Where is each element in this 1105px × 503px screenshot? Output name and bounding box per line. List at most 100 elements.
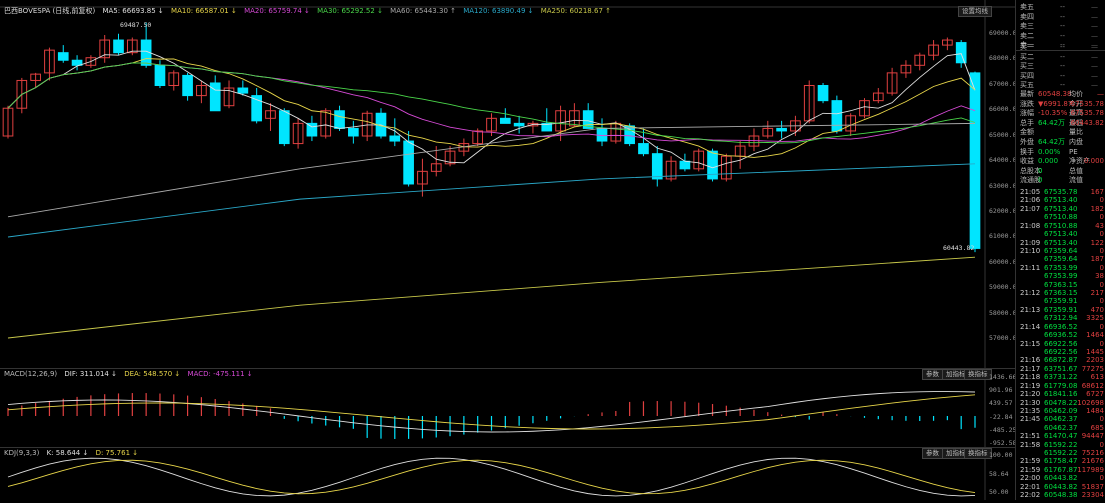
set-ma-button[interactable]: 设置均线 [958,6,992,17]
kdj-legend: KDJ(9,3,3) K: 58.644 ↓ D: 75.761 ↓ [4,448,143,458]
yaxis-tick-label: 67000.0 [989,79,1017,88]
candle [292,118,304,149]
chart-area[interactable] [0,0,1015,500]
candle [361,110,373,142]
stat-value2: 67535.78 [1070,99,1104,108]
yaxis-tick-label: 1436.66 [989,373,1017,381]
buy-level-volume: — [1091,52,1098,61]
candle [2,105,14,139]
stat-value: 0.00% [1038,147,1061,156]
ma60-label: MA60: 65443.30 ↑ [390,7,456,15]
stat-row: 总手 64.42万 最低 60443.82 [1020,118,1104,128]
yaxis-tick-label: 62000.0 [989,206,1017,215]
candle [57,45,69,63]
macd-param-button[interactable]: 参数 [922,369,943,380]
yaxis-tick-label: -952.58 [989,439,1017,447]
stat-label: 外盘 [1020,138,1034,146]
macd-switch-indicator-button[interactable]: 换指标 [964,369,992,380]
macd-legend: MACD(12,26,9) DIF: 311.014 ↓ DEA: 548.57… [4,369,258,379]
buy-level-price: -- [1060,52,1066,61]
candle [872,88,884,104]
stat-label2: 内盘 [1069,138,1083,146]
yaxis-tick-label: 63000.0 [989,181,1017,190]
buy-level-label: 买三 [1020,62,1034,70]
candle [223,80,235,109]
order-buy-row: 买四 -- — [1020,71,1104,81]
tick-row: 22:02 60548.38 23304 [1020,490,1104,500]
stat-label: 涨幅 [1020,109,1034,118]
candle [527,120,539,134]
yaxis-tick-label: 65000.0 [989,130,1017,139]
buy-level-volume: — [1091,43,1098,51]
yaxis-tick-label: 50.00 [989,488,1009,496]
stat-value2: 0.000 [1083,157,1104,166]
ma120-label: MA120: 63890.49 ↓ [463,7,534,15]
high-marker-label: 69487.50 [120,21,152,29]
stat-row: 涨幅 -10.35% 最高 67535.78 [1020,108,1104,118]
candle [734,141,746,169]
candle [859,98,870,119]
stat-label2: 量比 [1069,128,1083,137]
stat-row: 总股本 0 总值 [1020,166,1104,176]
sell-level-volume: — [1091,12,1098,21]
low-marker-label: 60443.82 [943,244,975,252]
kdj-divider [0,447,1015,448]
buy-level-volume: — [1091,71,1098,80]
k-label: K: 58.644 ↓ [46,449,89,457]
candle [265,103,276,131]
order-sell-row: 卖二 -- — [1020,31,1104,41]
candle [969,71,981,253]
stat-value: 0 [1038,166,1043,175]
yaxis-tick-label: 439.57 [989,399,1013,408]
ma20-label: MA20: 65759.74 ↓ [244,7,310,15]
yaxis-tick-label: 901.96 [989,386,1013,395]
stat-value: 64.42万 [1038,118,1066,127]
stat-label: 收益 [1020,157,1034,166]
order-buy-row: 买二 -- — [1020,52,1104,62]
stat-label: 涨跌 [1020,99,1034,108]
dea-label: DEA: 548.570 ↓ [124,370,181,378]
kline-chart[interactable] [0,0,1015,500]
candle [776,120,787,139]
stat-value: 60548.38 [1038,90,1072,98]
stat-row: 金额 量比 [1020,127,1104,137]
buy-level-label: 买一 [1020,43,1034,51]
candle [693,148,705,172]
candle [499,108,511,124]
ma250-line [7,256,976,339]
candle [651,146,663,187]
yaxis-tick-label: -22.84 [989,412,1013,421]
yaxis-tick-label: 100.00 [989,451,1013,459]
candle [182,72,193,101]
candle [348,120,359,144]
stat-label: 金额 [1020,128,1034,137]
kdj-param-button[interactable]: 参数 [922,448,943,459]
d-label: D: 75.761 ↓ [95,449,139,457]
ma5-line [7,50,976,169]
candle [389,118,401,147]
candle [209,75,221,112]
sell-level-volume: — [1091,31,1098,40]
stat-row: 流通股 0 流值 [1020,175,1104,185]
chart-title: 巴西BOVESPA (日线,前复权) [4,7,96,15]
candle [541,108,553,132]
yaxis-tick-label: 58000.0 [989,308,1017,317]
stat-value: 64.42万 [1038,138,1066,146]
ma5-label: MA5: 66693.85 ↓ [102,7,164,15]
sell-level-volume: — [1091,22,1098,30]
ma30-label: MA30: 65292.52 ↓ [317,7,383,15]
sell-level-price: -- [1060,31,1066,40]
candle [306,115,318,142]
stat-label: 换手 [1020,147,1034,156]
candle [596,118,608,147]
sell-level-volume: — [1091,3,1098,11]
dif-label: DIF: 311.014 ↓ [64,370,117,378]
yaxis-tick-label: 58.64 [989,469,1009,478]
order-sell-row: 卖三 -- — [1020,21,1104,31]
tick-price: 60548.38 [1044,491,1078,500]
stat-value2: 60443.82 [1070,118,1104,127]
sell-level-price: -- [1060,22,1066,30]
kdj-switch-indicator-button[interactable]: 换指标 [964,448,992,459]
yaxis-tick-label: 59000.0 [989,283,1017,292]
candle [679,153,691,172]
